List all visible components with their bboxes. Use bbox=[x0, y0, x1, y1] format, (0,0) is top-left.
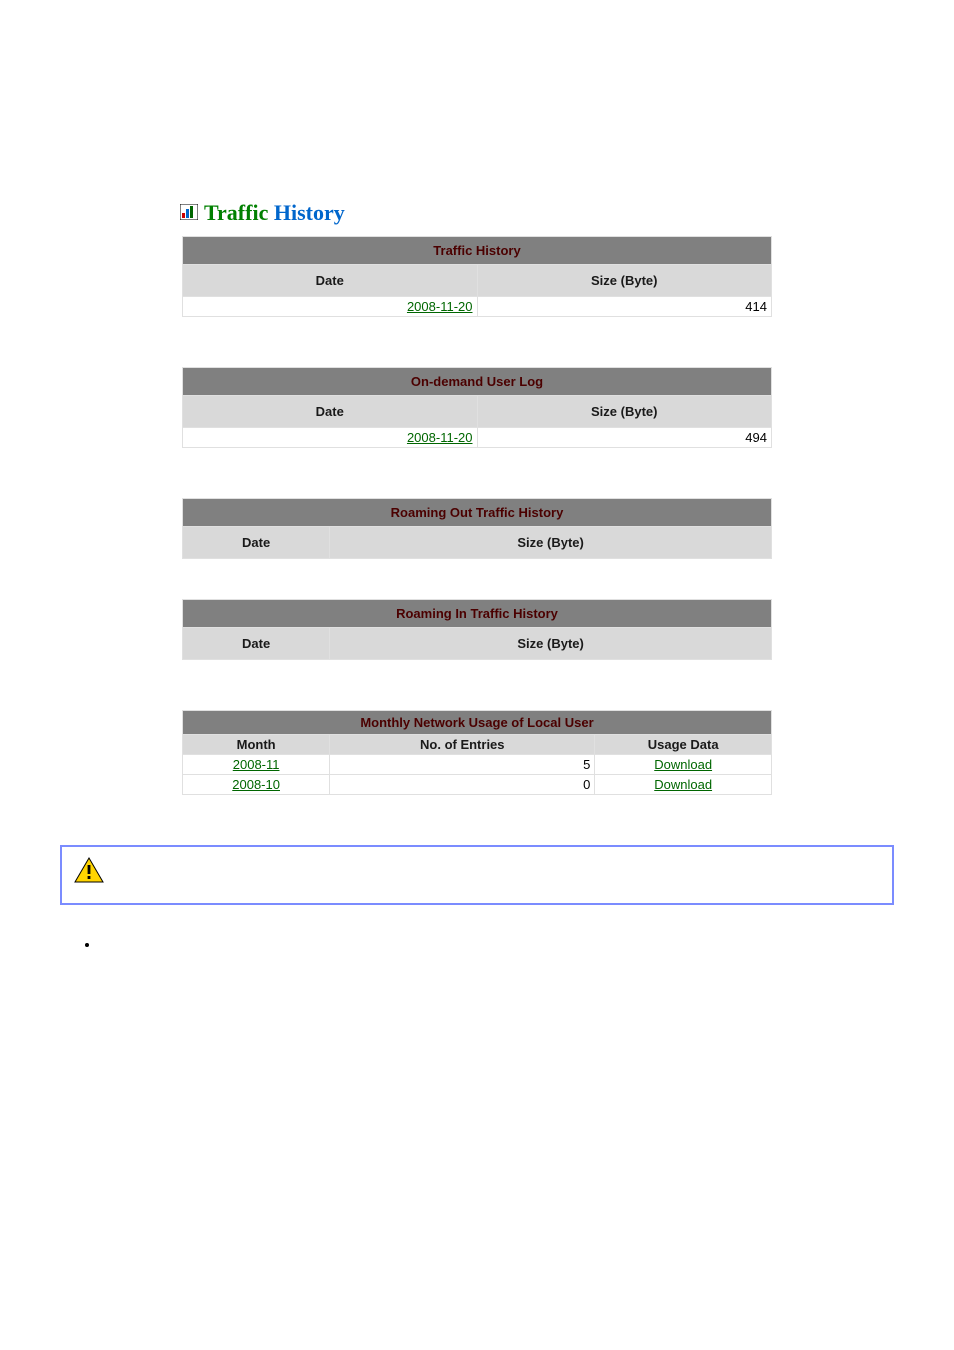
table-row: 2008-11-20 494 bbox=[183, 428, 772, 448]
col-size: Size (Byte) bbox=[477, 265, 772, 297]
size-cell: 494 bbox=[477, 428, 772, 448]
table-title: Monthly Network Usage of Local User bbox=[183, 711, 772, 735]
notice-box: Since the history is saved in the DRAM, … bbox=[60, 845, 894, 905]
table-title: Roaming In Traffic History bbox=[183, 600, 772, 628]
table-row: 2008-10 0 Download bbox=[183, 775, 772, 795]
roaming-in-table: Roaming In Traffic History Date Size (By… bbox=[182, 599, 772, 660]
table-title: Roaming Out Traffic History bbox=[183, 499, 772, 527]
col-date: Date bbox=[183, 527, 330, 559]
monthly-usage-table: Monthly Network Usage of Local User Mont… bbox=[182, 710, 772, 795]
table-row: 2008-11 5 Download bbox=[183, 755, 772, 775]
title-word-1: Traffic bbox=[204, 200, 274, 225]
size-cell: 414 bbox=[477, 297, 772, 317]
entries-cell: 5 bbox=[330, 755, 595, 775]
col-date: Date bbox=[183, 265, 478, 297]
col-date: Date bbox=[183, 396, 478, 428]
roaming-out-table: Roaming Out Traffic History Date Size (B… bbox=[182, 498, 772, 559]
page-title: Traffic History bbox=[180, 200, 894, 226]
month-link[interactable]: 2008-11 bbox=[233, 757, 280, 772]
chart-icon bbox=[180, 200, 198, 226]
table-title: On-demand User Log bbox=[183, 368, 772, 396]
title-word-2: History bbox=[274, 200, 345, 225]
table-title: Traffic History bbox=[183, 237, 772, 265]
col-usage: Usage Data bbox=[595, 735, 772, 755]
download-link[interactable]: Download bbox=[654, 777, 712, 792]
date-link[interactable]: 2008-11-20 bbox=[407, 430, 473, 445]
entries-cell: 0 bbox=[330, 775, 595, 795]
month-link[interactable]: 2008-10 bbox=[232, 777, 280, 792]
col-date: Date bbox=[183, 628, 330, 660]
traffic-history-table: Traffic History Date Size (Byte) 2008-11… bbox=[182, 236, 772, 317]
date-link[interactable]: 2008-11-20 bbox=[407, 299, 473, 314]
on-demand-log-table: On-demand User Log Date Size (Byte) 2008… bbox=[182, 367, 772, 448]
detail-list: Month: Traffic history is a record of ne… bbox=[100, 935, 894, 955]
col-size: Size (Byte) bbox=[477, 396, 772, 428]
col-size: Size (Byte) bbox=[330, 628, 772, 660]
list-item: Month: Traffic history is a record of ne… bbox=[100, 935, 894, 955]
col-size: Size (Byte) bbox=[330, 527, 772, 559]
warning-icon bbox=[74, 857, 104, 890]
table-row: 2008-11-20 414 bbox=[183, 297, 772, 317]
col-entries: No. of Entries bbox=[330, 735, 595, 755]
col-month: Month bbox=[183, 735, 330, 755]
download-link[interactable]: Download bbox=[654, 757, 712, 772]
